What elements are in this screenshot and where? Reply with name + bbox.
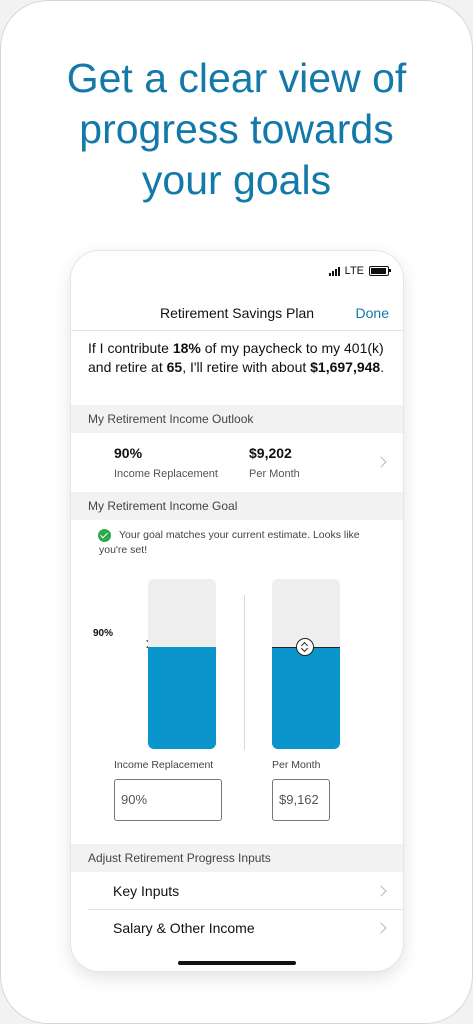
retire-age: 65 [166, 359, 183, 375]
replacement-bar-fill [148, 647, 216, 749]
salary-income-row[interactable]: Salary & Other Income [71, 910, 403, 946]
monthly-bar[interactable] [272, 579, 340, 749]
bar-divider [244, 595, 245, 750]
status-bar: LTE [328, 265, 391, 277]
chevron-right-icon [375, 885, 387, 897]
chevron-right-icon [375, 922, 387, 934]
network-label: LTE [344, 265, 364, 277]
summary-text: . [380, 359, 385, 375]
plan-summary: If I contribute 18% of my paycheck to my… [88, 339, 386, 377]
monthly-bar-fill [272, 647, 340, 749]
contribution-percent: 18% [172, 340, 201, 356]
adjust-header: Adjust Retirement Progress Inputs [71, 844, 403, 872]
marker-label: 90% [93, 628, 114, 639]
monthly-label: Per Month [249, 468, 300, 480]
salary-income-label: Salary & Other Income [113, 920, 255, 936]
nav-bar: Retirement Savings Plan Done [71, 303, 403, 331]
replacement-label: Income Replacement [114, 468, 218, 480]
replacement-bar[interactable] [148, 579, 216, 749]
goal-message-text: Your goal matches your current estimate.… [99, 529, 360, 556]
goal-message: Your goal matches your current estimate.… [99, 528, 389, 558]
home-indicator [178, 961, 296, 965]
replacement-bar-label: Income Replacement [114, 759, 214, 771]
headline-line-1: Get a clear view of [66, 55, 407, 101]
chevron-right-icon [375, 456, 387, 468]
headline-line-2: progress towards [79, 106, 394, 152]
goal-header: My Retirement Income Goal [71, 492, 403, 520]
replacement-value: 90% [114, 445, 143, 461]
summary-text: , I'll retire with about [182, 359, 311, 375]
outlook-header: My Retirement Income Outlook [71, 405, 403, 433]
done-button[interactable]: Done [356, 303, 389, 323]
replacement-input[interactable]: 90% [114, 779, 222, 821]
phone-screen: LTE Retirement Savings Plan Done If I co… [71, 251, 403, 971]
monthly-input[interactable]: $9,162 [272, 779, 330, 821]
key-inputs-label: Key Inputs [113, 883, 180, 899]
retire-amount: $1,697,948 [310, 359, 381, 375]
monthly-bar-label: Per Month [272, 759, 321, 771]
monthly-value: $9,202 [249, 445, 292, 461]
key-inputs-row[interactable]: Key Inputs [71, 873, 403, 909]
headline: Get a clear view of progress towards you… [1, 53, 472, 206]
nav-title: Retirement Savings Plan [159, 305, 315, 321]
promo-frame: Get a clear view of progress towards you… [0, 0, 473, 1024]
slider-handle-icon[interactable] [296, 638, 314, 656]
outlook-row[interactable]: 90% Income Replacement $9,202 Per Month [71, 433, 403, 491]
summary-text: If I contribute [88, 340, 173, 356]
headline-line-3: your goals [141, 157, 332, 203]
signal-icon [328, 266, 340, 276]
nav-divider [71, 330, 403, 331]
battery-icon [369, 266, 391, 276]
